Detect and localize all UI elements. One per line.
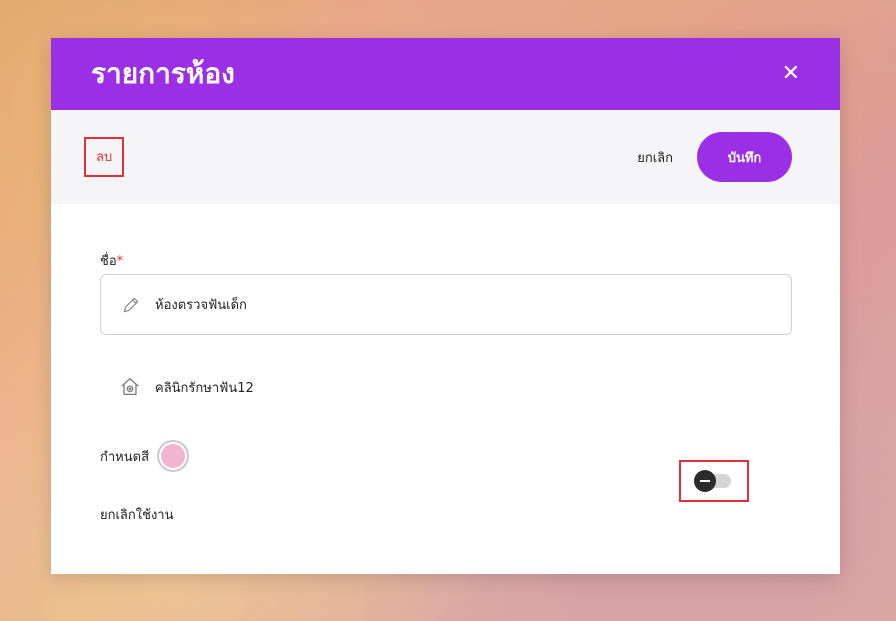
clinic-name: คลินิกรักษาฟัน12 (155, 380, 254, 396)
clinic-row: คลินิกรักษาฟัน12 (119, 376, 254, 398)
name-label: ชื่อ* (100, 250, 123, 271)
delete-button[interactable]: ลบ (84, 137, 125, 177)
disable-label: ยกเลิกใช้งาน (100, 508, 174, 523)
disable-toggle[interactable] (679, 460, 749, 502)
color-row: กำหนดสี (100, 440, 190, 472)
name-label-text: ชื่อ (100, 254, 117, 269)
color-label: กำหนดสี (100, 449, 150, 465)
required-mark: * (116, 254, 124, 269)
pencil-icon (123, 297, 139, 312)
close-icon[interactable]: ✕ (782, 63, 800, 85)
toggle-knob (694, 470, 716, 492)
toggle-track (694, 470, 731, 492)
dialog-title: รายการห้อง (91, 57, 235, 90)
right-actions: ยกเลิก บันทึก (637, 132, 792, 182)
name-value: ห้องตรวจฟันเด็ก (155, 298, 247, 313)
clinic-home-icon (121, 378, 139, 395)
color-picker[interactable] (157, 440, 190, 472)
name-field[interactable]: ห้องตรวจฟันเด็ก (100, 274, 792, 335)
selected-color-dot (161, 444, 186, 468)
save-button[interactable]: บันทึก (697, 132, 792, 182)
dialog-header: รายการห้อง ✕ (51, 38, 840, 110)
cancel-button[interactable]: ยกเลิก (637, 147, 673, 168)
action-bar: ลบ ยกเลิก บันทึก (51, 110, 840, 204)
minus-icon (700, 480, 710, 482)
